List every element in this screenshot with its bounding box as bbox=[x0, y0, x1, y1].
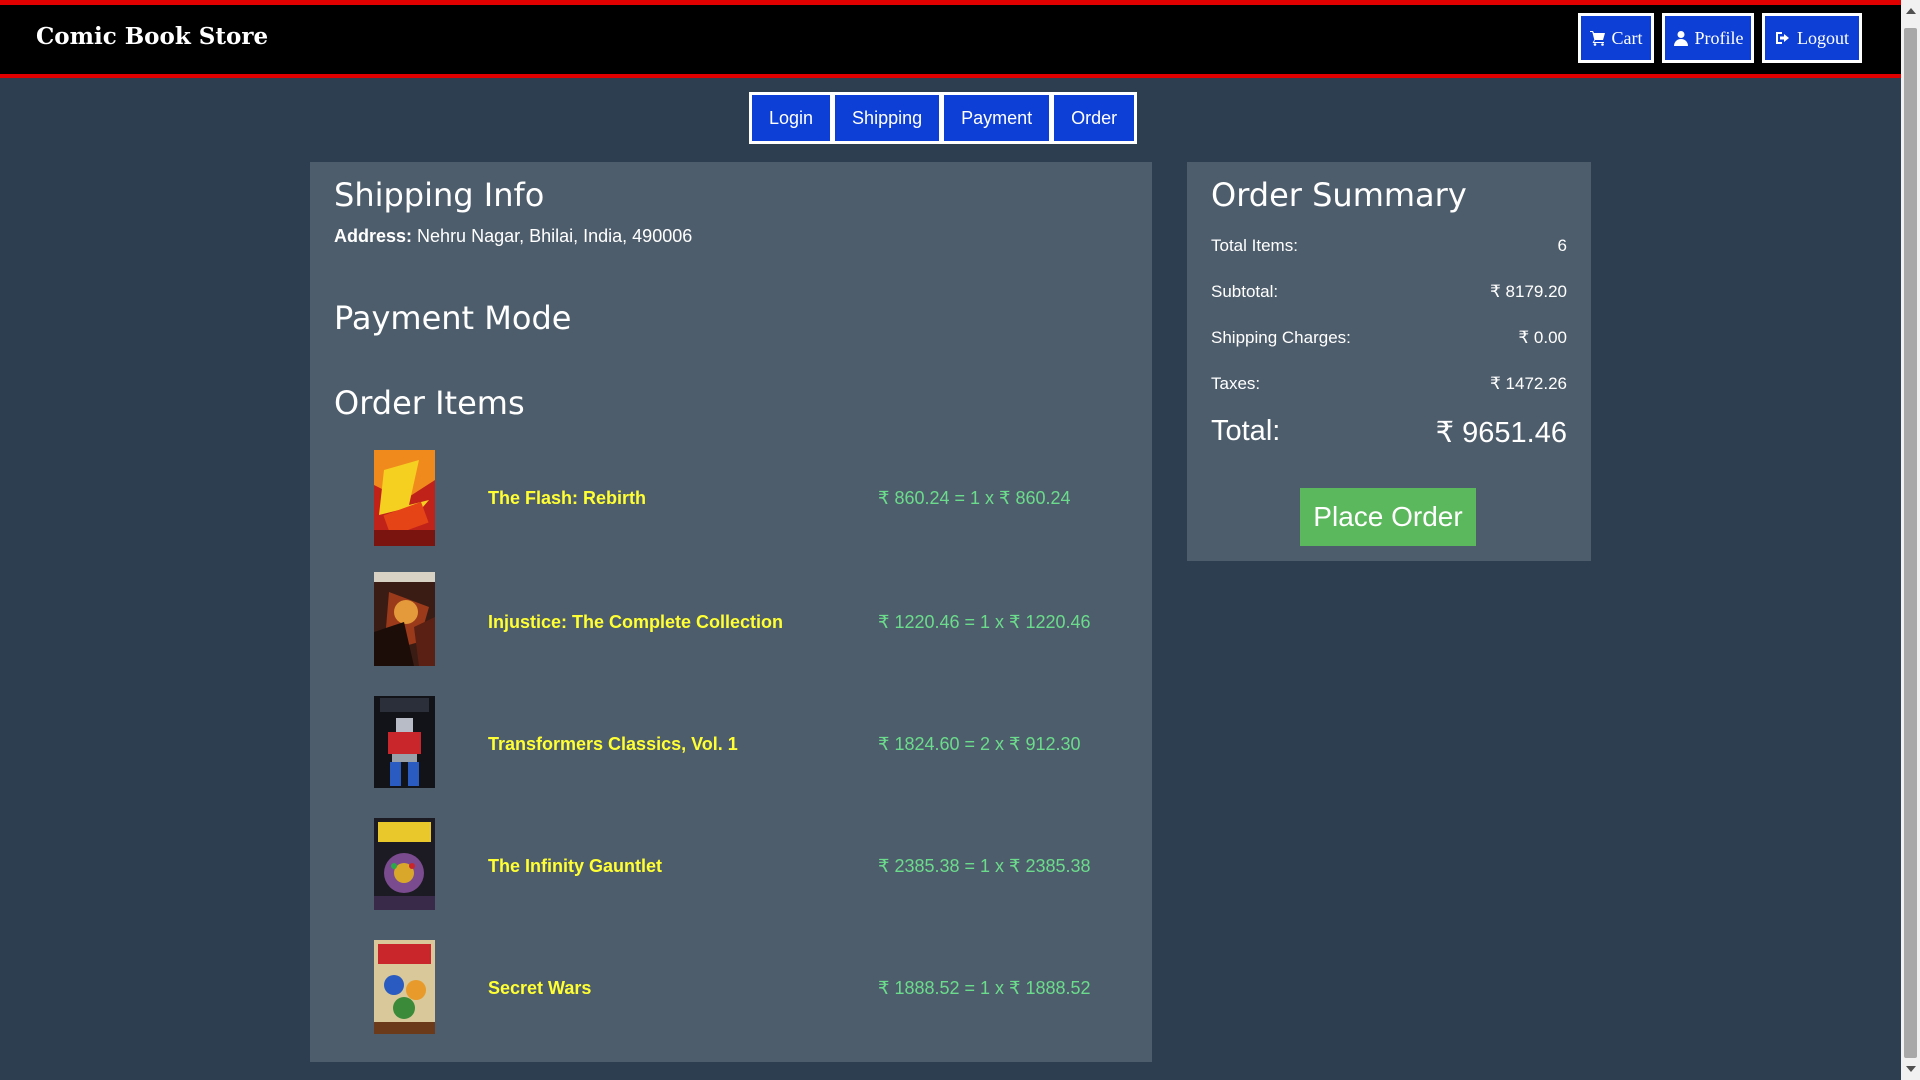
summary-total-row: Total: ₹ 9651.46 bbox=[1211, 415, 1567, 450]
cart-button[interactable]: Cart bbox=[1578, 13, 1654, 63]
summary-label: Taxes: bbox=[1211, 374, 1261, 393]
order-summary-heading: Order Summary bbox=[1211, 176, 1467, 214]
top-navbar: Comic Book Store Cart Profile Logout bbox=[0, 0, 1901, 78]
scroll-up-arrow-icon[interactable] bbox=[1906, 8, 1916, 14]
profile-button[interactable]: Profile bbox=[1662, 13, 1754, 63]
comic-cover-image bbox=[374, 818, 435, 910]
order-item: The Flash: Rebirth ₹ 860.24 = 1 x ₹ 860.… bbox=[310, 444, 1152, 546]
shipping-info-heading: Shipping Info bbox=[334, 176, 545, 214]
cart-icon bbox=[1589, 31, 1605, 46]
step-shipping[interactable]: Shipping bbox=[832, 92, 943, 144]
summary-value: ₹ 0.00 bbox=[1518, 328, 1567, 347]
step-order[interactable]: Order bbox=[1051, 92, 1138, 144]
cart-label: Cart bbox=[1611, 27, 1643, 48]
checkout-steps: Login Shipping Payment Order bbox=[749, 92, 1138, 144]
item-price: ₹ 1220.46 = 1 x ₹ 1220.46 bbox=[878, 612, 1091, 632]
summary-label: Total Items: bbox=[1211, 236, 1298, 255]
logout-button[interactable]: Logout bbox=[1762, 13, 1862, 63]
address-value: Nehru Nagar, Bhilai, India, 490006 bbox=[417, 226, 693, 246]
order-summary-card: Order Summary Total Items: 6 Subtotal: ₹… bbox=[1187, 162, 1591, 561]
summary-label: Subtotal: bbox=[1211, 282, 1279, 301]
item-price: ₹ 1824.60 = 2 x ₹ 912.30 bbox=[878, 734, 1081, 754]
item-name-link[interactable]: Secret Wars bbox=[488, 978, 591, 999]
item-name-link[interactable]: Transformers Classics, Vol. 1 bbox=[488, 734, 738, 755]
user-icon bbox=[1673, 31, 1688, 46]
order-details-card: Shipping Info Address: Nehru Nagar, Bhil… bbox=[310, 162, 1152, 1062]
order-item: Secret Wars ₹ 1888.52 = 1 x ₹ 1888.52 bbox=[310, 934, 1152, 1034]
item-price: ₹ 1888.52 = 1 x ₹ 1888.52 bbox=[878, 978, 1091, 998]
order-item: The Infinity Gauntlet ₹ 2385.38 = 1 x ₹ … bbox=[310, 812, 1152, 912]
logout-label: Logout bbox=[1797, 27, 1849, 48]
page-scrollbar[interactable] bbox=[1901, 0, 1920, 1080]
summary-row-total-items: Total Items: 6 bbox=[1211, 236, 1567, 256]
comic-cover-image bbox=[374, 696, 435, 788]
shipping-address: Address: Nehru Nagar, Bhilai, India, 490… bbox=[334, 226, 692, 247]
summary-row-subtotal: Subtotal: ₹ 8179.20 bbox=[1211, 282, 1567, 302]
brand-logo[interactable]: Comic Book Store bbox=[36, 23, 268, 50]
order-item: Transformers Classics, Vol. 1 ₹ 1824.60 … bbox=[310, 690, 1152, 790]
step-payment[interactable]: Payment bbox=[941, 92, 1053, 144]
payment-mode-heading: Payment Mode bbox=[334, 299, 572, 337]
scrollbar-thumb[interactable] bbox=[1904, 28, 1917, 1058]
profile-label: Profile bbox=[1694, 27, 1744, 48]
step-login[interactable]: Login bbox=[749, 92, 834, 144]
item-name-link[interactable]: Injustice: The Complete Collection bbox=[488, 612, 783, 633]
comic-cover-image bbox=[374, 940, 435, 1034]
summary-label: Shipping Charges: bbox=[1211, 328, 1351, 347]
order-item: Injustice: The Complete Collection ₹ 122… bbox=[310, 568, 1152, 668]
total-label: Total: bbox=[1211, 415, 1281, 447]
item-price: ₹ 2385.38 = 1 x ₹ 2385.38 bbox=[878, 856, 1091, 876]
order-items-heading: Order Items bbox=[334, 384, 525, 422]
item-name-link[interactable]: The Flash: Rebirth bbox=[488, 488, 646, 509]
item-price: ₹ 860.24 = 1 x ₹ 860.24 bbox=[878, 488, 1071, 508]
place-order-button[interactable]: Place Order bbox=[1300, 488, 1476, 546]
scroll-down-arrow-icon[interactable] bbox=[1906, 1066, 1916, 1072]
summary-value: 6 bbox=[1557, 236, 1567, 255]
comic-cover-image bbox=[374, 572, 435, 666]
item-name-link[interactable]: The Infinity Gauntlet bbox=[488, 856, 662, 877]
summary-value: ₹ 1472.26 bbox=[1490, 374, 1567, 393]
summary-row-taxes: Taxes: ₹ 1472.26 bbox=[1211, 374, 1567, 394]
logout-icon bbox=[1776, 32, 1789, 44]
summary-row-shipping: Shipping Charges: ₹ 0.00 bbox=[1211, 328, 1567, 348]
summary-value: ₹ 8179.20 bbox=[1490, 282, 1567, 301]
address-label: Address: bbox=[334, 226, 413, 246]
comic-cover-image bbox=[374, 450, 435, 546]
total-value: ₹ 9651.46 bbox=[1435, 417, 1567, 449]
